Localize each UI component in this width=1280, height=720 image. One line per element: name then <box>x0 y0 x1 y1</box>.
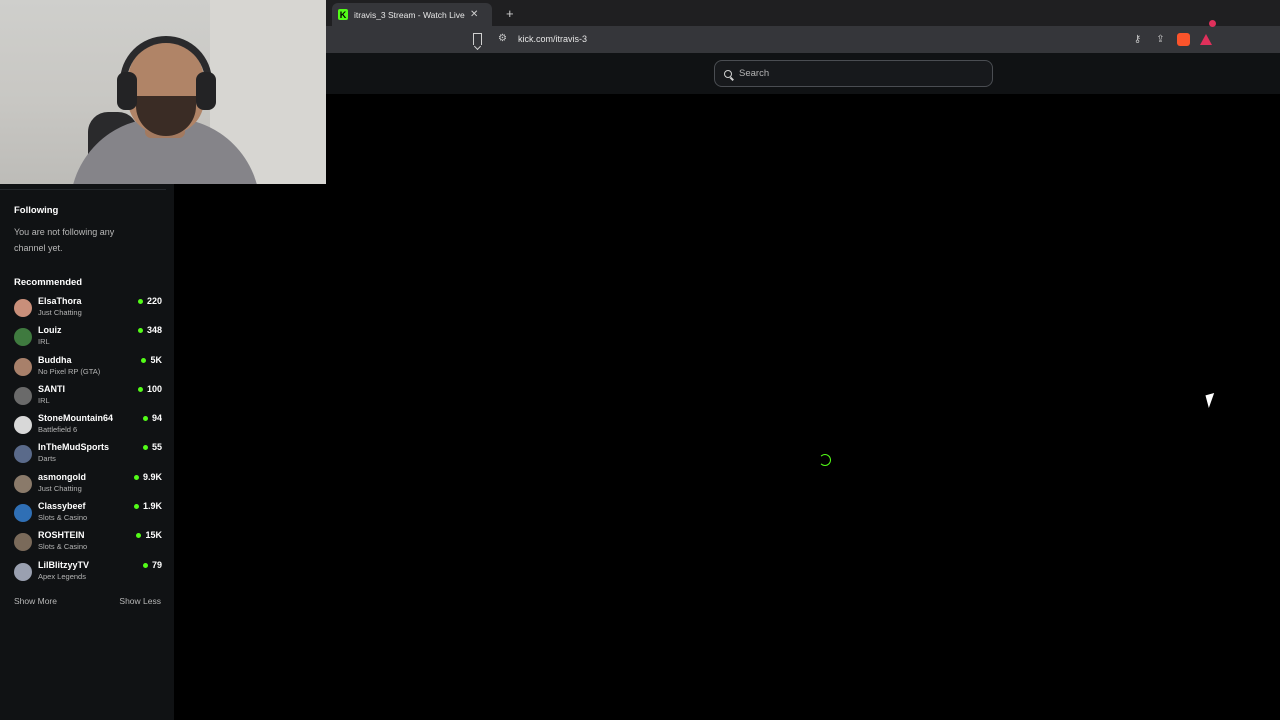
recommended-channel[interactable]: Louiz IRL 348 <box>14 325 162 354</box>
viewer-count: 94 <box>151 413 162 424</box>
avatar <box>14 474 32 493</box>
viewer-count: 55 <box>151 442 162 453</box>
recommended-channel[interactable]: asmongold Just Chatting 9.9K <box>14 472 162 501</box>
channel-category: No Pixel RP (GTA) <box>38 366 101 376</box>
channel-name: StoneMountain64 <box>38 413 114 424</box>
channel-name: ElsaThora <box>38 296 82 306</box>
close-tab-icon[interactable]: ✕ <box>470 9 478 20</box>
recommended-channel[interactable]: Buddha No Pixel RP (GTA) 5K <box>14 355 162 384</box>
channel-category: Apex Legends <box>38 571 86 581</box>
screen: K itravis_3 Stream - Watch Live on ✕ + ⚙… <box>0 0 1280 720</box>
avatar <box>14 299 32 317</box>
recommended-channel[interactable]: StoneMountain64 Battlefield 6 94 <box>14 413 162 442</box>
viewer-count: 100 <box>146 383 162 394</box>
avatar <box>14 445 32 464</box>
site-settings-icon[interactable]: ⚙ <box>498 33 507 44</box>
channel-name: asmongold <box>38 471 87 482</box>
share-icon[interactable]: ⇪ <box>1154 33 1167 46</box>
viewer-count: 220 <box>146 296 162 306</box>
viewer-count: 9.9K <box>142 471 162 482</box>
browser-tab-bar: K itravis_3 Stream - Watch Live on ✕ + <box>326 0 1280 26</box>
recommended-title: Recommended <box>14 277 83 288</box>
live-dot-icon <box>142 416 148 422</box>
live-dot-icon <box>136 533 142 539</box>
recommended-channel[interactable]: ElsaThora Just Chatting 220 <box>14 296 162 325</box>
recommended-channel[interactable]: InTheMudSports Darts 55 <box>14 442 162 471</box>
channel-name: LilBlitzyyTV <box>38 559 90 570</box>
channel-category: Just Chatting <box>38 308 82 317</box>
brave-rewards-icon[interactable] <box>1200 20 1216 45</box>
channel-name: SANTI <box>38 383 65 394</box>
show-more-link[interactable]: Show More <box>14 596 57 606</box>
search-icon <box>724 69 732 78</box>
recommended-channel[interactable]: ROSHTEIN Slots & Casino 15K <box>14 530 162 559</box>
channel-category: IRL <box>38 395 50 405</box>
avatar <box>14 562 32 581</box>
channel-category: IRL <box>38 337 50 347</box>
viewer-count: 5K <box>150 354 162 365</box>
channel-category: Slots & Casino <box>38 542 88 552</box>
channel-name: Classybeef <box>38 501 86 512</box>
avatar <box>14 533 32 552</box>
following-empty-text: You are not following any channel yet. <box>14 227 115 253</box>
kick-favicon-icon: K <box>338 9 348 20</box>
browser-tab[interactable]: K itravis_3 Stream - Watch Live on ✕ + <box>332 3 816 26</box>
divider <box>0 189 166 190</box>
avatar <box>14 357 32 376</box>
live-dot-icon <box>133 474 139 480</box>
bookmark-icon[interactable] <box>473 33 482 45</box>
live-dot-icon <box>137 299 143 304</box>
new-tab-button[interactable]: + <box>506 6 514 21</box>
live-dot-icon <box>141 357 147 363</box>
viewer-count: 1.9K <box>142 501 162 512</box>
recommended-channel[interactable]: Classybeef Slots & Casino 1.9K <box>14 501 162 530</box>
channel-name: Buddha <box>38 354 72 365</box>
channel-category: Just Chatting <box>38 483 82 493</box>
show-less-link[interactable]: Show Less <box>119 596 161 606</box>
channel-category: Darts <box>38 454 56 464</box>
webcam-overlay <box>0 0 326 184</box>
avatar <box>14 504 32 523</box>
live-dot-icon <box>142 562 148 568</box>
live-dot-icon <box>142 445 148 451</box>
key-icon[interactable]: ⚷ <box>1131 33 1144 46</box>
tab-title: itravis_3 Stream - Watch Live on <box>354 9 466 20</box>
viewer-count: 15K <box>145 530 162 541</box>
url-field[interactable]: kick.com/itravis-3 <box>518 34 587 44</box>
following-title: Following <box>14 205 59 216</box>
live-dot-icon <box>133 504 139 510</box>
loading-spinner-icon <box>819 454 831 466</box>
site-header: Search <box>326 53 1280 94</box>
live-dot-icon <box>137 386 143 392</box>
address-bar: ⚙ kick.com/itravis-3 ⚷ ⇪ <box>326 20 1280 53</box>
channel-category: Slots & Casino <box>38 513 88 523</box>
channel-category: Battlefield 6 <box>38 425 78 435</box>
channel-name: ROSHTEIN <box>38 530 85 541</box>
search-input[interactable]: Search <box>714 60 993 87</box>
live-dot-icon <box>137 328 143 334</box>
sidebar: Following You are not following any chan… <box>0 184 174 720</box>
channel-name: InTheMudSports <box>38 442 109 453</box>
viewer-count: 79 <box>151 559 162 570</box>
channel-name: Louiz <box>38 325 62 336</box>
recommended-channel[interactable]: LilBlitzyyTV Apex Legends 79 <box>14 560 162 589</box>
avatar <box>14 386 32 405</box>
brave-shields-icon[interactable] <box>1177 33 1190 46</box>
mouse-cursor-icon <box>1205 393 1218 408</box>
avatar <box>14 416 32 435</box>
recommended-list: ElsaThora Just Chatting 220 Louiz IRL 348 … <box>14 296 162 589</box>
avatar <box>14 328 32 347</box>
search-placeholder: Search <box>739 68 770 79</box>
viewer-count: 348 <box>146 325 162 336</box>
recommended-channel[interactable]: SANTI IRL 100 <box>14 384 162 413</box>
